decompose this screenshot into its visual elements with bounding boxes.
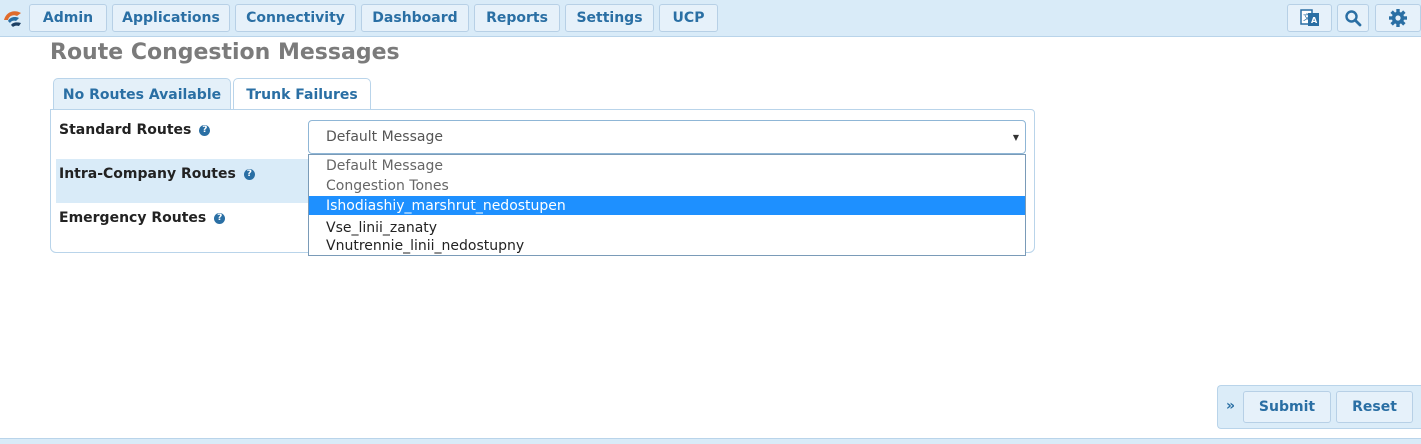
tab-trunk-failures[interactable]: Trunk Failures [233,78,371,110]
emergency-routes-label: Emergency Routes ? [59,209,226,227]
select-dropdown-list: Default Message Congestion Tones Ishodia… [308,154,1026,256]
app-logo-icon[interactable] [1,6,25,30]
option-default-message[interactable]: Default Message [309,156,1025,175]
language-button[interactable]: 文 A [1287,4,1332,32]
page-title: Route Congestion Messages [50,40,400,65]
expand-chevron-icon[interactable]: » [1226,398,1235,414]
help-icon[interactable]: ? [214,212,226,224]
tab-no-routes-available[interactable]: No Routes Available [53,78,231,110]
select-value: Default Message [326,129,443,145]
translate-icon: 文 A [1299,9,1319,26]
search-button[interactable] [1337,4,1369,32]
search-icon [1345,10,1362,27]
help-icon[interactable]: ? [199,124,211,136]
nav-admin[interactable]: Admin [29,4,107,32]
svg-text:文: 文 [1303,12,1311,22]
standard-routes-text: Standard Routes [59,122,192,138]
settings-button[interactable] [1375,4,1421,32]
nav-reports[interactable]: Reports [474,4,560,32]
standard-routes-select[interactable]: Default Message ▼ [308,120,1026,154]
option-ishodiashiy-marshrut-nedostupen[interactable]: Ishodiashiy_marshrut_nedostupen [309,196,1025,215]
intra-company-routes-label: Intra-Company Routes ? [59,165,255,183]
top-nav-bar: Admin Applications Connectivity Dashboar… [0,0,1421,37]
nav-connectivity[interactable]: Connectivity [235,4,356,32]
help-icon[interactable]: ? [243,168,255,180]
nav-settings[interactable]: Settings [565,4,654,32]
option-vse-linii-zanaty[interactable]: Vse_linii_zanaty [309,218,1025,237]
submit-button[interactable]: Submit [1243,391,1331,423]
nav-dashboard[interactable]: Dashboard [361,4,469,32]
footer-bar [0,438,1421,444]
emergency-routes-text: Emergency Routes [59,210,207,226]
nav-ucp[interactable]: UCP [659,4,718,32]
caret-down-icon: ▼ [1012,133,1019,142]
reset-button[interactable]: Reset [1336,391,1413,423]
nav-applications[interactable]: Applications [112,4,230,32]
option-congestion-tones[interactable]: Congestion Tones [309,176,1025,195]
svg-text:A: A [1311,16,1318,25]
gear-icon [1389,9,1407,27]
option-vnutrennie-linii-nedostupny[interactable]: Vnutrennie_linii_nedostupny [309,236,1025,255]
intra-company-routes-text: Intra-Company Routes [59,166,236,182]
standard-routes-label: Standard Routes ? [59,121,211,139]
